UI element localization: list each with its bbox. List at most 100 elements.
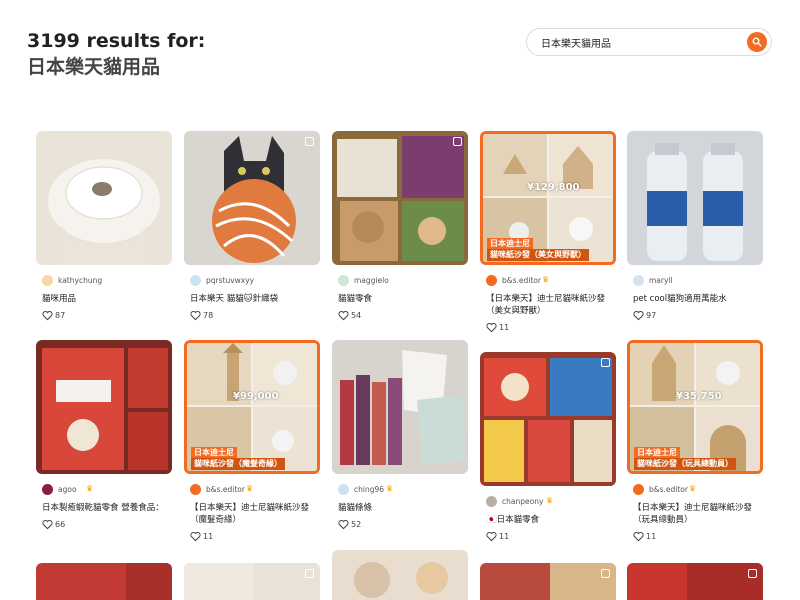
result-card[interactable]: chanpeony ♛ 🇯🇵日本貓零食 11 [480,352,616,543]
result-image[interactable] [36,340,172,474]
heart-icon [338,311,349,321]
like-button[interactable]: 11 [190,531,314,543]
result-image[interactable] [332,550,468,600]
like-button[interactable]: 97 [633,310,757,322]
result-image[interactable] [36,563,172,600]
username[interactable]: b&s.editor [206,485,245,494]
like-button[interactable]: 87 [42,310,166,322]
username[interactable]: pqrstuvwxyy [206,276,254,285]
post-caption[interactable]: 【日本樂天】迪士尼貓咪紙沙發（美女與野獸） [486,293,610,317]
brand-subtag: 貓咪紙沙發（玩具總動員） [634,458,736,470]
result-image[interactable] [332,340,468,474]
result-card[interactable] [36,563,172,600]
result-card[interactable]: agoo ♛ 日本製癒蝦乾貓零食 營養食品： 66 [36,340,172,531]
results-heading: 3199 results for: 日本樂天貓用品 [27,28,205,80]
like-count: 87 [55,311,66,320]
username[interactable]: b&s.editor [502,276,541,285]
crown-icon: ♛ [689,484,697,493]
results-query: 日本樂天貓用品 [27,56,161,78]
like-count: 11 [499,532,510,541]
like-count: 97 [646,311,657,320]
post-caption[interactable]: pet cool貓狗適用萬能水 [633,293,757,305]
result-card[interactable]: maggielo 貓貓零食 54 [332,131,468,322]
gallery-icon [748,569,757,578]
like-count: 11 [499,323,510,332]
avatar[interactable] [633,275,644,286]
result-card[interactable]: ¥99,000 日本迪士尼 貓咪紙沙發（魔髮奇緣） b&s.editor ♛ 【… [184,340,320,543]
username[interactable]: chanpeony [502,497,543,506]
price-label: ¥99,000 [233,391,279,402]
result-card[interactable]: kathychung 貓咪用品 87 [36,131,172,322]
gallery-icon [601,358,610,367]
post-caption[interactable]: 貓貓零食 [338,293,462,305]
avatar[interactable] [190,275,201,286]
search-input[interactable]: 日本樂天貓用品 [526,28,772,56]
like-button[interactable]: 11 [486,531,610,543]
avatar[interactable] [338,484,349,495]
post-caption[interactable]: 🇯🇵日本貓零食 [486,514,610,526]
username[interactable]: maryll [649,276,673,285]
post-caption[interactable]: 【日本樂天】迪士尼貓咪紙沙發（玩具總動員） [633,502,757,526]
search-icon [752,37,762,47]
result-card[interactable]: ching96 ♛ 貓貓條條 52 [332,340,468,531]
result-image[interactable] [480,352,616,486]
like-button[interactable]: 54 [338,310,462,322]
result-card[interactable] [332,550,468,600]
result-card[interactable]: ¥129,800 日本迪士尼 貓咪紙沙發（美女與野獸） b&s.editor ♛… [480,131,616,334]
search-button[interactable] [747,32,767,52]
avatar[interactable] [633,484,644,495]
price-label: ¥129,800 [527,182,580,193]
result-image[interactable]: ¥129,800 日本迪士尼 貓咪紙沙發（美女與野獸） [480,131,616,265]
username[interactable]: ching96 [354,485,384,494]
like-button[interactable]: 78 [190,310,314,322]
gallery-icon [453,137,462,146]
like-button[interactable]: 11 [633,531,757,543]
crown-icon: ♛ [386,484,394,493]
result-card[interactable] [480,563,616,600]
result-image[interactable] [480,563,616,600]
result-card[interactable] [184,563,320,600]
result-card[interactable] [627,563,763,600]
result-image[interactable] [36,131,172,265]
price-label: ¥35,750 [676,391,722,402]
like-button[interactable]: 52 [338,519,462,531]
crown-icon: ♛ [546,496,554,505]
username[interactable]: agoo [58,485,77,494]
like-count: 52 [351,520,362,529]
avatar[interactable] [42,484,53,495]
result-image[interactable]: ¥99,000 日本迪士尼 貓咪紙沙發（魔髮奇緣） [184,340,320,474]
result-image[interactable] [627,563,763,600]
brand-subtag: 貓咪紙沙發（美女與野獸） [487,249,589,261]
result-image[interactable]: ¥35,750 日本迪士尼 貓咪紙沙發（玩具總動員） [627,340,763,474]
result-image[interactable] [184,563,320,600]
like-button[interactable]: 66 [42,519,166,531]
heart-icon [486,532,497,542]
brand-subtag: 貓咪紙沙發（魔髮奇緣） [191,458,285,470]
avatar[interactable] [338,275,349,286]
avatar[interactable] [190,484,201,495]
result-image[interactable] [332,131,468,265]
result-card[interactable]: pqrstuvwxyy 日本樂天 貓貓🐱針織袋 78 [184,131,320,322]
heart-icon [633,311,644,321]
avatar[interactable] [42,275,53,286]
like-button[interactable]: 11 [486,322,610,334]
like-count: 11 [203,532,214,541]
result-image[interactable] [627,131,763,265]
result-card[interactable]: maryll pet cool貓狗適用萬能水 97 [627,131,763,322]
result-image[interactable] [184,131,320,265]
post-caption[interactable]: 貓咪用品 [42,293,166,305]
result-card[interactable]: ¥35,750 日本迪士尼 貓咪紙沙發（玩具總動員） b&s.editor ♛ … [627,340,763,543]
username[interactable]: kathychung [58,276,102,285]
heart-icon [190,532,201,542]
post-caption[interactable]: 【日本樂天】迪士尼貓咪紙沙發（魔髮奇緣） [190,502,314,526]
avatar[interactable] [486,496,497,507]
like-count: 66 [55,520,66,529]
username[interactable]: maggielo [354,276,389,285]
avatar[interactable] [486,275,497,286]
post-caption[interactable]: 貓貓條條 [338,502,462,514]
post-caption[interactable]: 日本製癒蝦乾貓零食 營養食品： [42,502,166,514]
like-count: 11 [646,532,657,541]
crown-icon: ♛ [542,275,550,284]
post-caption[interactable]: 日本樂天 貓貓🐱針織袋 [190,293,314,305]
username[interactable]: b&s.editor [649,485,688,494]
